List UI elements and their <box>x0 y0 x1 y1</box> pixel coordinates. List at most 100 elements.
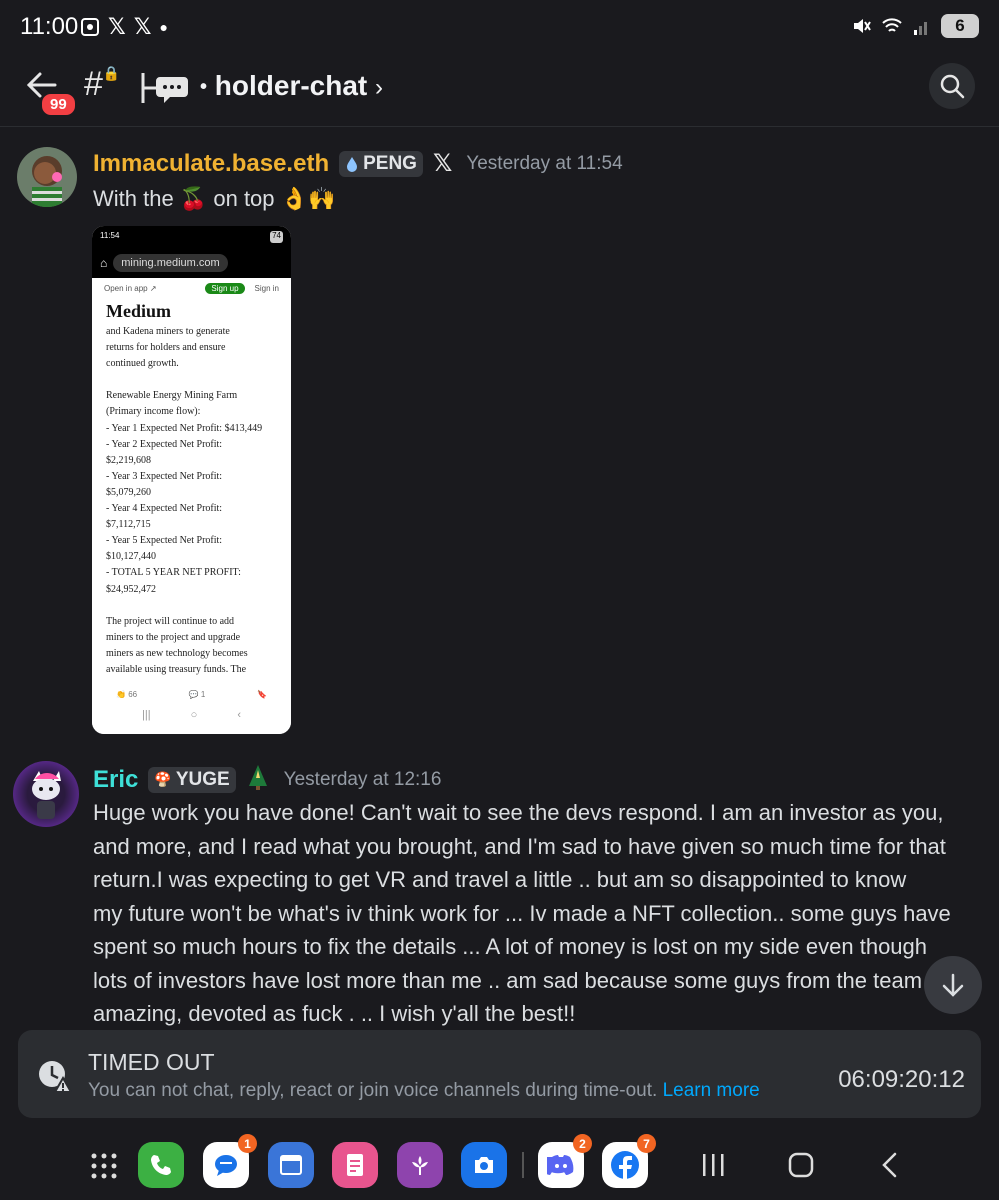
username[interactable]: Eric <box>93 766 138 794</box>
messages-app[interactable]: 1 <box>203 1134 257 1188</box>
ok-hand-emoji-icon: 👌 <box>280 186 309 211</box>
battery-indicator: 6 <box>941 14 979 38</box>
message-line: spent so much hours to fix the details .… <box>93 934 928 959</box>
messages-badge: 1 <box>238 1134 257 1153</box>
attachment-status-bar: 11:54 74 <box>92 226 291 248</box>
unread-badge: 99 <box>40 92 77 117</box>
screenshot-icon <box>81 18 99 36</box>
attachment-article-text: and Kadena miners to generate returns for… <box>92 324 291 678</box>
message-text-part: With the <box>93 186 174 211</box>
camera-app[interactable] <box>461 1142 507 1188</box>
clap-icon: 👏 66 <box>116 690 138 699</box>
note-icon <box>347 1154 363 1176</box>
home-circle-icon: ○ <box>190 709 198 721</box>
recent-apps-button[interactable] <box>700 1152 726 1183</box>
search-icon <box>940 74 965 99</box>
comment-count: 1 <box>200 690 206 699</box>
status-bar: 11:00 𝕏 𝕏 ● 6 <box>0 0 999 55</box>
camera-icon <box>475 1157 493 1173</box>
discord-badge: 2 <box>573 1134 592 1153</box>
article-line: (Primary income flow): <box>106 406 201 418</box>
jump-to-bottom-button[interactable] <box>924 956 982 1014</box>
flower-icon <box>412 1156 428 1175</box>
thread-icon <box>140 71 190 110</box>
status-time: 11:00 <box>20 13 79 40</box>
attachment-url-bar: ⌂ mining.medium.com <box>92 248 291 278</box>
server-tag[interactable]: 🍄 YUGE <box>148 766 236 793</box>
mushroom-icon: 🍄 <box>154 771 172 787</box>
server-tag[interactable]: PENG <box>339 150 423 177</box>
facebook-badge: 7 <box>637 1134 656 1153</box>
username[interactable]: Immaculate.base.eth <box>93 150 329 178</box>
attachment-battery: 74 <box>270 231 283 243</box>
facebook-app[interactable]: 7 <box>602 1134 656 1188</box>
avatar[interactable] <box>17 147 77 207</box>
article-line: $7,112,715 <box>106 519 151 531</box>
article-line: $10,127,440 <box>106 551 156 563</box>
home-button[interactable] <box>788 1152 814 1183</box>
attachment-sign-in: Sign in <box>254 284 279 293</box>
flower-app[interactable] <box>397 1142 443 1188</box>
channel-title[interactable]: • holder-chat › <box>200 70 383 102</box>
article-line: - TOTAL 5 YEAR NET PROFIT: <box>106 567 241 579</box>
timeout-clock-icon <box>36 1058 73 1099</box>
medium-logo: Medium <box>106 301 171 321</box>
facebook-icon <box>611 1151 639 1180</box>
x-app-icon: 𝕏 <box>108 14 126 39</box>
chevron-left-icon <box>882 1152 897 1178</box>
status-notification-icons: 𝕏 𝕏 ● <box>80 14 168 40</box>
bookmark-icon: 🔖 <box>257 690 267 699</box>
arrow-down-icon <box>942 973 964 997</box>
attachment-bottom-bar: 👏 66 💬 1 🔖 ||| ○ ‹ <box>92 686 291 734</box>
server-tag-label: PENG <box>363 152 417 174</box>
timeout-countdown: 06:09:20:12 <box>838 1066 965 1093</box>
channel-name: holder-chat <box>214 70 368 101</box>
recents-icon <box>703 1154 724 1176</box>
message-text: Huge work you have done! Can't wait to s… <box>93 796 951 1031</box>
article-line: miners to the project and upgrade <box>106 631 241 643</box>
message-text: With the 🍒 on top 👌🙌 <box>93 182 335 216</box>
message-line: amazing, devoted as fuck . .. I wish y'a… <box>93 1001 576 1026</box>
browser-app[interactable] <box>268 1142 314 1188</box>
back-nav-button[interactable] <box>880 1152 900 1183</box>
timeout-description-text: You can not chat, reply, react or join v… <box>88 1080 658 1101</box>
signal-icon <box>914 22 927 35</box>
mute-icon <box>854 19 871 33</box>
learn-more-link[interactable]: Learn more <box>663 1080 760 1101</box>
article-line: Renewable Energy Mining Farm <box>106 390 238 402</box>
avatar[interactable] <box>13 761 79 827</box>
discord-app[interactable]: 2 <box>538 1134 592 1188</box>
dock-divider <box>522 1152 524 1178</box>
article-line: - Year 5 Expected Net Profit: <box>106 535 223 547</box>
attachment-time: 11:54 <box>100 231 120 240</box>
message-line: return.I was expecting to get VR and tra… <box>93 867 907 892</box>
recents-icon: ||| <box>142 709 151 721</box>
article-line: - Year 2 Expected Net Profit: <box>106 438 223 450</box>
message-text-part: on top <box>213 186 275 211</box>
attachment-medium-bar: Open in app ↗ Sign up Sign in <box>92 278 291 299</box>
system-nav-bar: 1 2 7 <box>0 1130 999 1200</box>
phone-app[interactable] <box>138 1142 184 1188</box>
article-line: and Kadena miners to generate <box>106 326 230 337</box>
image-attachment[interactable]: 11:54 74 ⌂ mining.medium.com Open in app… <box>92 226 291 734</box>
search-button[interactable] <box>929 63 975 109</box>
article-line: miners as new technology becomes <box>106 647 248 659</box>
channel-header: 99 #🔒 • holder-chat › <box>0 55 999 127</box>
drop-icon <box>347 156 358 172</box>
tree-badge-icon <box>246 764 270 795</box>
phone-icon <box>151 1155 171 1175</box>
app-drawer-button[interactable] <box>90 1152 118 1185</box>
timeout-description: You can not chat, reply, react or join v… <box>88 1080 760 1102</box>
wifi-icon <box>882 18 902 32</box>
cherry-emoji-icon: 🍒 <box>179 186 208 211</box>
chevron-right-icon: › <box>375 74 384 101</box>
message[interactable]: Eric 🍄 YUGE Yesterday at 12:16 Huge work… <box>0 755 999 1030</box>
more-notifications-dot-icon: ● <box>159 19 168 35</box>
article-line: - Year 1 Expected Net Profit: $413,449 <box>106 422 263 434</box>
article-line <box>106 372 277 388</box>
raised-hands-emoji-icon: 🙌 <box>308 186 336 211</box>
timeout-banner: TIMED OUT You can not chat, reply, react… <box>18 1030 981 1118</box>
notes-app[interactable] <box>332 1142 378 1188</box>
comment-icon: 💬 1 <box>188 690 206 699</box>
timestamp: Yesterday at 11:54 <box>466 152 623 174</box>
